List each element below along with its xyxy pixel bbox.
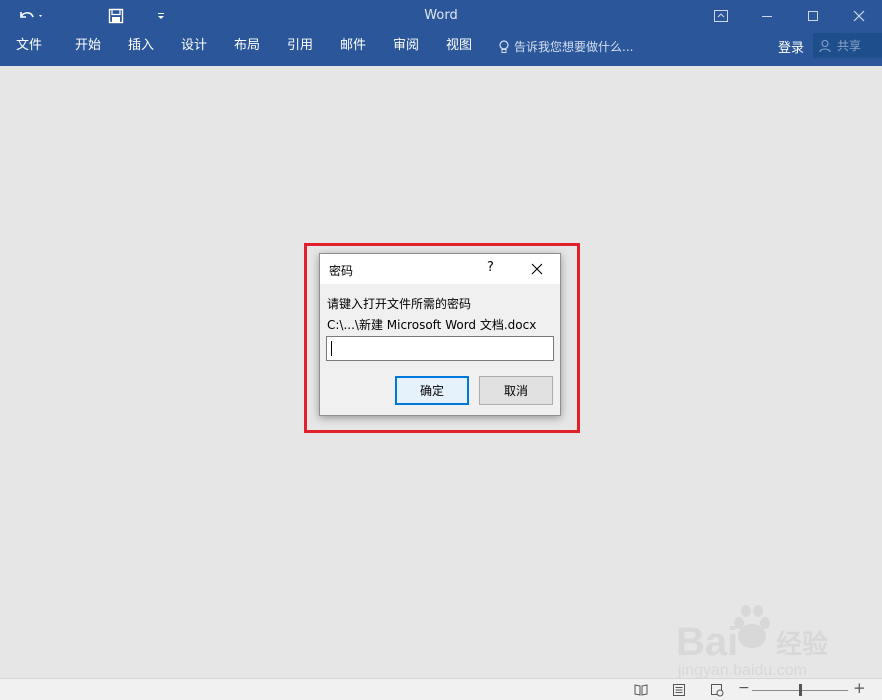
customize-qat-button[interactable] <box>152 4 170 28</box>
dialog-close-button[interactable] <box>526 260 548 278</box>
ok-button[interactable]: 确定 <box>395 376 469 405</box>
print-layout-icon <box>673 684 685 696</box>
cancel-button[interactable]: 取消 <box>479 376 553 405</box>
tell-me-box[interactable]: 告诉我您想要做什么... <box>498 38 633 55</box>
watermark-brand-suffix: 经验 <box>776 629 828 660</box>
share-label: 共享 <box>837 39 862 53</box>
password-input[interactable] <box>326 336 554 361</box>
undo-icon <box>20 12 42 18</box>
maximize-button[interactable] <box>790 0 836 32</box>
person-icon <box>819 39 831 52</box>
dialog-prompt: 请键入打开文件所需的密码 <box>327 297 472 311</box>
tell-me-text: 告诉我您想要做什么... <box>514 40 634 54</box>
dialog-title: 密码 <box>329 264 354 278</box>
close-window-button[interactable] <box>836 0 882 32</box>
customize-qat-icon <box>158 13 164 19</box>
dialog-titlebar: 密码 ? <box>320 254 560 284</box>
tab-review[interactable]: 审阅 <box>391 37 421 55</box>
share-button[interactable]: 共享 <box>813 33 882 58</box>
close-icon <box>853 10 865 22</box>
undo-button[interactable] <box>12 4 48 28</box>
password-dialog: 密码 ? 请键入打开文件所需的密码 C:\...\新建 Microsoft Wo… <box>319 253 561 416</box>
tab-references[interactable]: 引用 <box>285 37 315 55</box>
tab-home[interactable]: 开始 <box>73 37 103 55</box>
save-button[interactable] <box>104 4 128 28</box>
read-mode-icon <box>634 684 648 696</box>
baidu-logo-icon: Bai 经验 jingyan.baidu.com <box>676 605 828 679</box>
close-icon <box>531 263 543 275</box>
tab-design[interactable]: 设计 <box>179 37 209 55</box>
text-caret <box>331 341 332 356</box>
web-layout-button[interactable] <box>709 682 725 698</box>
tab-file[interactable]: 文件 <box>14 37 44 55</box>
tab-mailings[interactable]: 邮件 <box>338 37 368 55</box>
tab-layout[interactable]: 布局 <box>232 37 262 55</box>
zoom-slider-thumb[interactable] <box>799 684 802 696</box>
baidu-jingyan-watermark: Bai 经验 jingyan.baidu.com <box>676 603 846 679</box>
read-mode-button[interactable] <box>633 682 649 698</box>
watermark-url: jingyan.baidu.com <box>677 662 807 678</box>
ribbon-tab-row: 文件 开始 插入 设计 布局 引用 邮件 审阅 视图 告诉我您想要做什么... … <box>0 32 882 66</box>
watermark-brand: Bai <box>676 620 738 664</box>
dialog-file-path: C:\...\新建 Microsoft Word 文档.docx <box>327 318 537 332</box>
zoom-out-button[interactable]: − <box>738 680 750 696</box>
maximize-icon <box>808 11 818 21</box>
login-button[interactable]: 登录 <box>778 37 804 56</box>
tab-view[interactable]: 视图 <box>444 37 474 55</box>
minimize-icon <box>762 16 772 17</box>
title-bar: Word <box>0 0 882 32</box>
dialog-help-button[interactable]: ? <box>487 260 494 275</box>
minimize-button[interactable] <box>744 0 790 32</box>
web-layout-icon <box>711 684 724 697</box>
ribbon-display-options-icon <box>714 10 728 22</box>
lightbulb-icon <box>499 39 509 53</box>
print-layout-button[interactable] <box>671 682 687 698</box>
zoom-in-button[interactable]: + <box>853 679 866 697</box>
tab-insert[interactable]: 插入 <box>126 37 156 55</box>
status-bar: − + <box>0 678 882 700</box>
save-icon <box>108 8 124 24</box>
ribbon-display-options-button[interactable] <box>698 0 744 32</box>
